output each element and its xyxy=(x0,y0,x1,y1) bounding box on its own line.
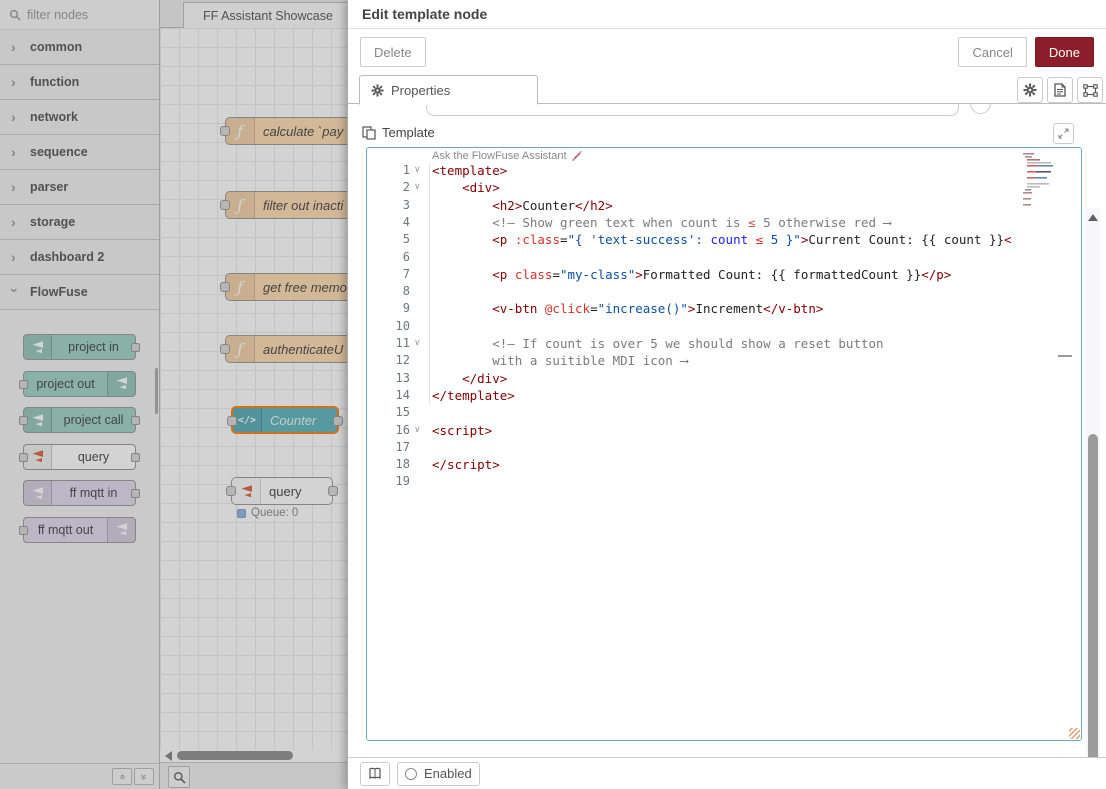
editor-line[interactable]: 12 with a suitible MDI icon ⟶ xyxy=(367,352,1081,369)
line-number: 6 xyxy=(367,250,410,264)
editor-line[interactable]: 13 </div> xyxy=(367,370,1081,387)
appearance-tool-button[interactable] xyxy=(1077,77,1103,103)
magic-wand-icon xyxy=(571,150,583,162)
dialog-form: Template Ask the FlowFuse Assistant xyxy=(348,104,1106,757)
expand-icon xyxy=(1058,128,1069,139)
code-text: <script> xyxy=(432,422,492,439)
code-text: <p class="my-class">Formatted Count: {{ … xyxy=(432,266,951,283)
editor-expand-button[interactable] xyxy=(1053,123,1074,144)
line-number: 14 xyxy=(367,388,410,402)
editor-line[interactable]: 8 xyxy=(367,283,1081,300)
assistant-placeholder[interactable]: Ask the FlowFuse Assistant xyxy=(432,150,583,162)
code-text: </div> xyxy=(432,370,507,387)
line-number: 10 xyxy=(367,319,410,333)
object-group-icon xyxy=(1083,84,1098,97)
editor-line[interactable]: 18 </script> xyxy=(367,456,1081,473)
line-number: 19 xyxy=(367,474,410,488)
paste-icon xyxy=(362,126,376,140)
editor-resize-grip[interactable] xyxy=(1069,728,1080,739)
editor-line[interactable]: 15 xyxy=(367,404,1081,421)
enabled-toggle-button[interactable]: Enabled xyxy=(397,762,480,786)
editor-line[interactable]: 19 xyxy=(367,473,1081,490)
line-number: 16 xyxy=(367,423,410,437)
scrolled-button-remnant xyxy=(970,104,991,114)
editor-minimap[interactable] xyxy=(1022,151,1064,215)
template-field-row: Template xyxy=(362,125,435,140)
editor-line[interactable]: 7 <p class="my-class">Formatted Count: {… xyxy=(367,266,1081,283)
code-text: <!— If count is over 5 we should show a … xyxy=(432,335,884,352)
dialog-tabbar: Properties xyxy=(348,74,1106,104)
line-number: 4 xyxy=(367,215,410,229)
overview-ruler-mark xyxy=(1058,355,1072,357)
editor-line[interactable]: 2 ∨ <div> xyxy=(367,179,1081,196)
line-number: 17 xyxy=(367,440,410,454)
line-number: 7 xyxy=(367,267,410,281)
code-text: <!— Show green text when count is ≤ 5 ot… xyxy=(432,214,891,231)
dialog-footer: Enabled xyxy=(348,757,1106,789)
line-number: 5 xyxy=(367,232,410,246)
dialog-scrollbar-thumb[interactable] xyxy=(1088,434,1098,757)
code-text: with a suitible MDI icon ⟶ xyxy=(432,352,688,369)
cancel-button[interactable]: Cancel xyxy=(958,37,1026,67)
fold-arrow-icon[interactable]: ∨ xyxy=(414,338,421,348)
enabled-toggle-label: Enabled xyxy=(424,766,472,781)
edit-template-dialog: Edit template node Delete Cancel Done Pr xyxy=(347,0,1106,789)
code-text: <h2>Counter</h2> xyxy=(432,197,613,214)
editor-line[interactable]: 5 <p :class="{ 'text-success': count ≤ 5… xyxy=(367,231,1081,248)
delete-button[interactable]: Delete xyxy=(360,37,426,67)
fold-arrow-icon[interactable]: ∨ xyxy=(414,182,421,192)
line-number: 8 xyxy=(367,284,410,298)
line-number: 12 xyxy=(367,353,410,367)
code-text: <div> xyxy=(432,179,500,196)
editor-line[interactable]: 3 <h2>Counter</h2> xyxy=(367,197,1081,214)
description-tool-button[interactable] xyxy=(1047,77,1073,103)
editor-line[interactable]: 9 <v-btn @click="increase()">Increment</… xyxy=(367,300,1081,317)
done-button[interactable]: Done xyxy=(1035,37,1094,67)
editor-line[interactable]: 17 xyxy=(367,439,1081,456)
dialog-scrollbar[interactable] xyxy=(1086,208,1100,757)
editor-line[interactable]: 10 xyxy=(367,318,1081,335)
toggle-circle-icon xyxy=(405,768,417,780)
document-icon xyxy=(1054,83,1066,97)
assistant-placeholder-text: Ask the FlowFuse Assistant xyxy=(432,150,567,162)
code-text: <template> xyxy=(432,162,507,179)
node-red-editor: filter nodes ›common›function›network›se… xyxy=(0,0,1106,789)
line-number: 2 xyxy=(367,180,410,194)
editor-line[interactable]: 4 <!— Show green text when count is ≤ 5 … xyxy=(367,214,1081,231)
book-icon xyxy=(368,767,382,780)
tab-properties-label: Properties xyxy=(391,83,450,98)
line-number: 15 xyxy=(367,405,410,419)
dialog-toolbar: Delete Cancel Done xyxy=(348,30,1106,74)
gear-icon xyxy=(371,84,384,97)
line-number: 13 xyxy=(367,371,410,385)
fold-arrow-icon[interactable]: ∨ xyxy=(414,165,421,175)
line-number: 18 xyxy=(367,457,410,471)
code-text: </script> xyxy=(432,456,500,473)
line-number: 9 xyxy=(367,301,410,315)
editor-line[interactable]: 11 ∨ <!— If count is over 5 we should sho… xyxy=(367,335,1081,352)
code-text: <p :class="{ 'text-success': count ≤ 5 }… xyxy=(432,231,1012,248)
tab-properties[interactable]: Properties xyxy=(359,75,538,105)
line-number: 3 xyxy=(367,198,410,212)
scroll-up-arrow-icon[interactable] xyxy=(1088,214,1098,221)
dialog-title: Edit template node xyxy=(348,0,1106,29)
line-number: 1 xyxy=(367,163,410,177)
code-text: </template> xyxy=(432,387,515,404)
scrolled-field-remnant xyxy=(426,104,959,116)
fold-arrow-icon[interactable]: ∨ xyxy=(414,425,421,435)
dialog-tab-tools xyxy=(1017,77,1103,103)
template-code-editor[interactable]: Ask the FlowFuse Assistant 1∨<template>2… xyxy=(366,147,1082,741)
modal-overlay xyxy=(0,0,347,789)
code-text: <v-btn @click="increase()">Increment</v-… xyxy=(432,300,823,317)
template-field-label: Template xyxy=(382,125,435,140)
editor-line[interactable]: 16 ∨ <script> xyxy=(367,422,1081,439)
editor-line[interactable]: 6 xyxy=(367,249,1081,266)
gear-icon xyxy=(1023,83,1037,97)
line-number: 11 xyxy=(367,336,410,350)
editor-line[interactable]: 14 </template> xyxy=(367,387,1081,404)
editor-line[interactable]: 1 ∨ <template> xyxy=(367,162,1081,179)
properties-tool-button[interactable] xyxy=(1017,77,1043,103)
docs-button[interactable] xyxy=(360,762,390,786)
